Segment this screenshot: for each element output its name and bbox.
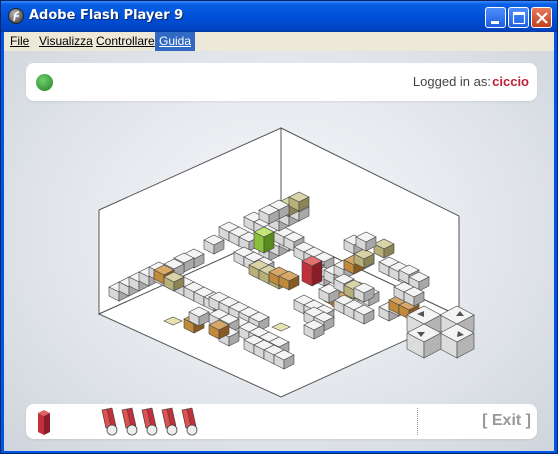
maximize-icon xyxy=(512,11,526,25)
game-stage: Logged in as: ciccio [ Exit ] xyxy=(4,51,554,451)
direction-pad[interactable] xyxy=(4,51,554,451)
minimize-icon xyxy=(491,21,499,24)
red-bullet-icon xyxy=(121,407,138,436)
title-bar[interactable]: Adobe Flash Player 9 xyxy=(1,1,557,32)
menu-bar: File Visualizza Controllare Guida xyxy=(4,32,554,51)
flash-player-icon xyxy=(8,8,24,24)
menu-visualizza[interactable]: Visualizza xyxy=(39,34,93,48)
red-bullet-icon xyxy=(161,407,178,436)
menu-file[interactable]: File xyxy=(10,34,29,48)
panel-divider xyxy=(417,408,418,435)
menu-guida[interactable]: Guida xyxy=(155,32,196,51)
close-button[interactable] xyxy=(531,7,552,28)
menu-controllare[interactable]: Controllare xyxy=(96,34,155,48)
red-bullet-icon xyxy=(181,407,198,436)
red-bullet-icon xyxy=(141,407,158,436)
window-title: Adobe Flash Player 9 xyxy=(29,8,184,23)
bullets-count xyxy=(101,407,198,436)
red-bullet-icon xyxy=(101,407,118,436)
close-icon xyxy=(536,12,548,24)
red-block-icon xyxy=(38,410,50,435)
maximize-button[interactable] xyxy=(508,7,529,28)
flash-player-window: Adobe Flash Player 9 File Visualizza Con… xyxy=(0,0,558,454)
inventory-panel: [ Exit ] xyxy=(26,404,537,439)
minimize-button[interactable] xyxy=(485,7,506,28)
exit-button[interactable]: [ Exit ] xyxy=(482,412,531,430)
